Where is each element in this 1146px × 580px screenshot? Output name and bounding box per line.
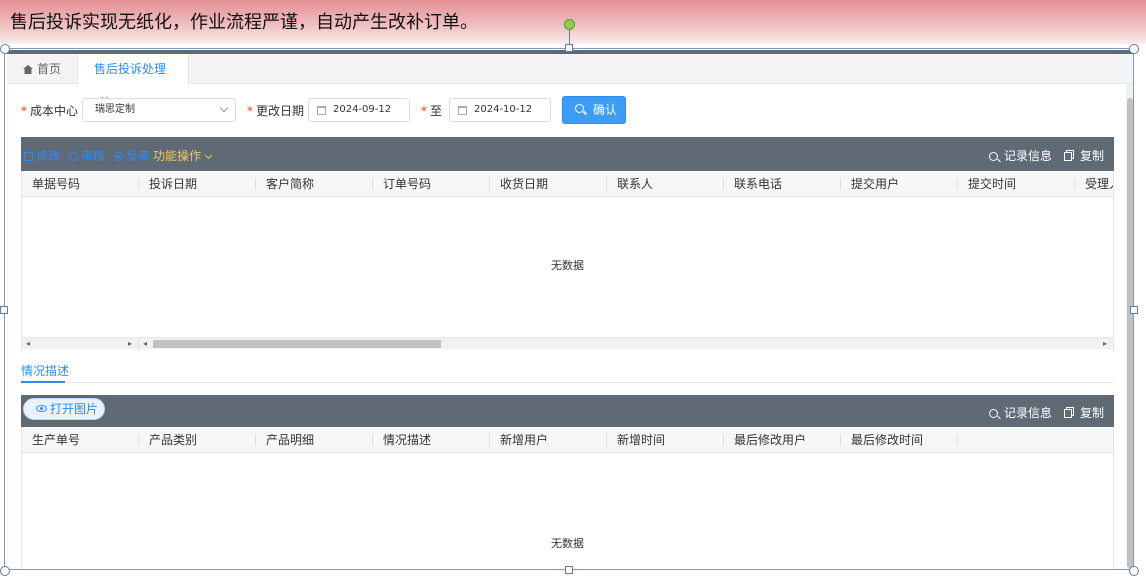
resize-handle[interactable]	[1129, 44, 1139, 54]
resize-handle[interactable]	[1130, 306, 1138, 314]
resize-handle[interactable]	[0, 566, 10, 576]
resize-handle[interactable]	[565, 44, 573, 52]
resize-handle[interactable]	[565, 566, 573, 574]
resize-handle[interactable]	[0, 306, 8, 314]
resize-handle[interactable]	[1129, 566, 1139, 576]
resize-handle[interactable]	[0, 44, 10, 54]
caption-text: 售后投诉实现无纸化，作业流程严谨，自动产生改补订单。	[10, 12, 478, 33]
rotation-handle[interactable]	[564, 19, 575, 30]
selection-frame	[4, 48, 1134, 570]
slide: 售后投诉实现无纸化，作业流程严谨，自动产生改补订单。 首页 售后投诉处理× *成…	[0, 0, 1146, 580]
